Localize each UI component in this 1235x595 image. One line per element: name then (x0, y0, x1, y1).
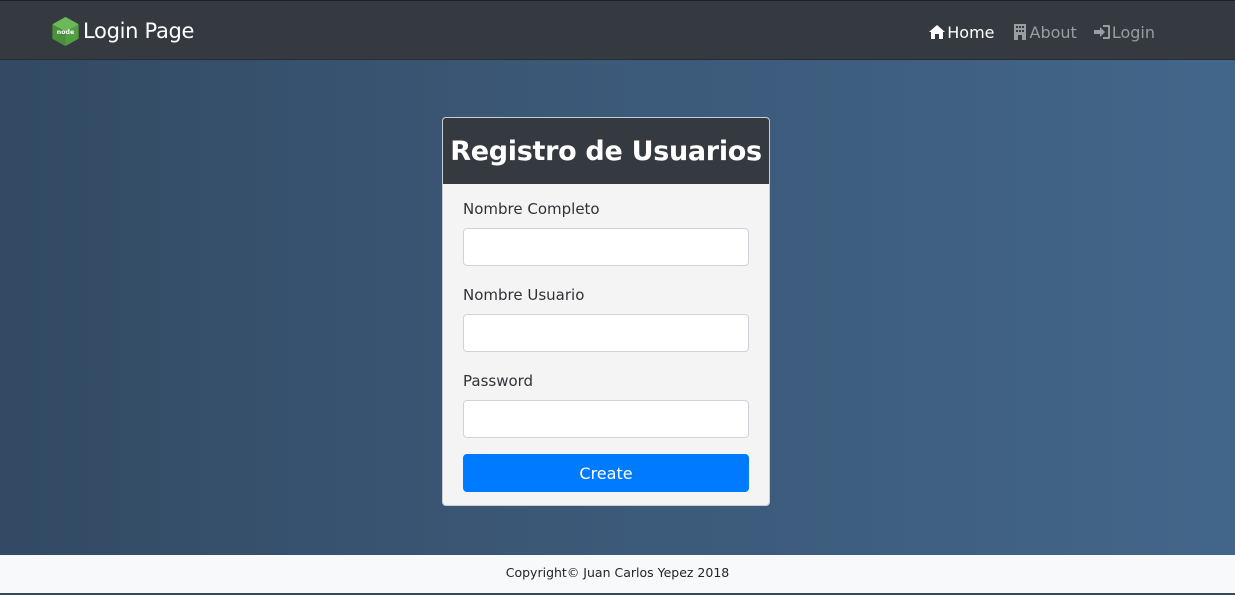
nav-link-about[interactable]: About (1011, 23, 1077, 42)
nav-link-about-label: About (1029, 22, 1077, 42)
nav-link-home[interactable]: Home (928, 22, 995, 42)
username-input[interactable] (463, 314, 749, 352)
sign-in-icon (1093, 25, 1110, 39)
brand[interactable]: node Login Page (50, 15, 194, 47)
nodejs-logo-icon: node (52, 16, 79, 46)
registration-form: Nombre Completo Nombre Usuario Password … (443, 184, 769, 492)
card-header: Registro de Usuarios (443, 118, 769, 184)
form-title: Registro de Usuarios (450, 135, 762, 167)
main-nav: Home About Login (928, 21, 1155, 43)
nodejs-logo-text: node (57, 28, 75, 35)
full-name-input[interactable] (463, 228, 749, 266)
footer: Copyright© Juan Carlos Yepez 2018 (0, 555, 1235, 595)
password-input[interactable] (463, 400, 749, 438)
create-button[interactable]: Create (463, 454, 749, 492)
top-navbar: node Login Page Home About Login (0, 0, 1235, 60)
registration-card: Registro de Usuarios Nombre Completo Nom… (442, 117, 770, 506)
nav-link-login[interactable]: Login (1093, 23, 1155, 42)
main-content: Registro de Usuarios Nombre Completo Nom… (0, 60, 1235, 555)
brand-title: Login Page (83, 18, 195, 43)
building-icon (1013, 24, 1026, 40)
nav-link-login-label: Login (1111, 22, 1155, 42)
full-name-label: Nombre Completo (463, 200, 600, 218)
home-icon (929, 25, 946, 39)
nav-link-home-label: Home (947, 22, 995, 42)
username-label: Nombre Usuario (463, 286, 585, 304)
password-label: Password (463, 372, 534, 390)
copyright-text: Copyright© Juan Carlos Yepez 2018 (505, 564, 730, 580)
